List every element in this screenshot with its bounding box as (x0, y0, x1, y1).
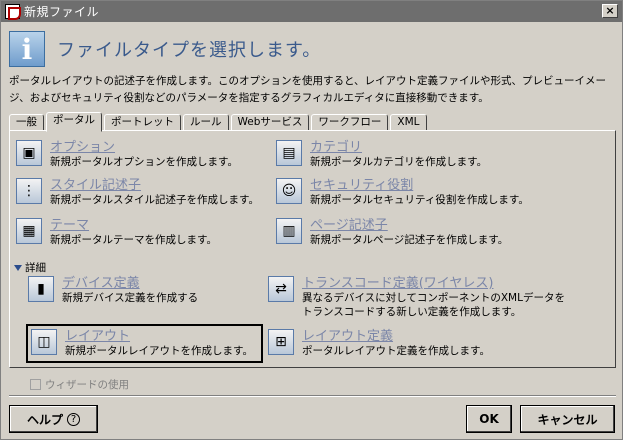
item-page-descriptor-desc: 新規ポータルページ記述子を作成します。 (310, 234, 509, 246)
item-page-descriptor[interactable]: ▥ ページ記述子 新規ポータルページ記述子を作成します。 (276, 218, 508, 247)
triangle-down-icon (14, 264, 22, 271)
item-style-descriptor-desc: 新規ポータルスタイル記述子を作成します。 (50, 194, 259, 206)
help-icon: ? (67, 412, 80, 426)
item-device-definition-desc: 新規デバイス定義を作成する (62, 292, 199, 304)
portal-tab-panel: ▣ オプション 新規ポータルオプションを作成します。 ▤ カテゴリ 新規ポータル… (9, 130, 616, 368)
app-icon (5, 4, 21, 20)
tab-workflow[interactable]: ワークフロー (311, 114, 389, 131)
details-label: 詳細 (25, 262, 46, 274)
style-descriptor-icon: ⋮ (16, 178, 42, 204)
info-icon: i (9, 31, 45, 67)
item-options[interactable]: ▣ オプション 新規ポータルオプションを作成します。 (16, 140, 238, 169)
item-style-descriptor[interactable]: ⋮ スタイル記述子 新規ポータルスタイル記述子を作成します。 (16, 178, 259, 207)
item-style-descriptor-label: スタイル記述子 (50, 178, 142, 193)
cancel-button[interactable]: キャンセル (520, 405, 615, 433)
item-layout-definition-label: レイアウト定義 (302, 329, 394, 344)
item-layout-definition-desc: ポータルレイアウト定義を作成します。 (302, 345, 490, 357)
theme-icon: ▦ (16, 218, 42, 244)
item-options-label: オプション (50, 140, 116, 155)
item-transcode-definition-desc-2: トランスコードする新しい定義を作成します。 (302, 306, 522, 318)
ok-button[interactable]: OK (466, 405, 512, 433)
item-page-descriptor-label: ページ記述子 (310, 218, 388, 233)
item-transcode-definition-desc-1: 異なるデバイスに対してコンポーネントのXMLデータを (302, 292, 565, 304)
item-options-desc: 新規ポータルオプションを作成します。 (50, 156, 238, 168)
page-title: ファイルタイプを選択します。 (57, 40, 322, 61)
layout-definition-icon: ⊞ (268, 329, 294, 355)
use-wizard-checkbox[interactable]: ウィザードの使用 (30, 377, 129, 392)
checkbox-icon (30, 379, 41, 390)
item-device-definition-label: デバイス定義 (62, 276, 140, 291)
tab-rules[interactable]: ルール (183, 114, 229, 131)
item-transcode-definition-label: トランスコード定義(ワイヤレス) (302, 276, 494, 291)
new-file-dialog: 新規ファイル × i ファイルタイプを選択します。 ポータルレイアウトの記述子を… (0, 0, 623, 440)
tab-general[interactable]: 一般 (9, 114, 44, 131)
item-theme-desc: 新規ポータルテーマを作成します。 (50, 234, 217, 246)
category-icon: ▤ (276, 140, 302, 166)
transcode-icon: ⇄ (268, 276, 294, 302)
description-text: ポータルレイアウトの記述子を作成します。このオプションを使用すると、レイアウト定… (9, 75, 607, 104)
layout-icon: ◫ (31, 329, 57, 355)
close-button[interactable]: × (602, 4, 618, 18)
item-theme-label: テーマ (50, 218, 90, 233)
device-definition-icon: ▮ (28, 276, 54, 302)
header: i ファイルタイプを選択します。 (9, 27, 321, 71)
divider (9, 395, 616, 397)
help-button-label: ヘルプ (26, 412, 63, 427)
window-title: 新規ファイル (24, 5, 100, 19)
security-role-icon: ☺ (276, 178, 302, 204)
item-security-role[interactable]: ☺ セキュリティ役割 新規ポータルセキュリティ役割を作成します。 (276, 178, 529, 207)
tab-bar: 一般 ポータル ポートレット ルール Webサービス ワークフロー XML (9, 112, 429, 132)
item-security-role-desc: 新規ポータルセキュリティ役割を作成します。 (310, 194, 529, 206)
tab-web-services[interactable]: Webサービス (230, 114, 310, 131)
help-button[interactable]: ヘルプ ? (9, 405, 98, 433)
item-category[interactable]: ▤ カテゴリ 新規ポータルカテゴリを作成します。 (276, 140, 487, 169)
item-layout-label: レイアウト (65, 329, 131, 344)
item-security-role-label: セキュリティ役割 (310, 178, 414, 193)
tab-portal[interactable]: ポータル (46, 112, 102, 132)
item-layout-desc: 新規ポータルレイアウトを作成します。 (65, 345, 253, 357)
item-category-desc: 新規ポータルカテゴリを作成します。 (310, 156, 488, 168)
item-layout-definition[interactable]: ⊞ レイアウト定義 ポータルレイアウト定義を作成します。 (268, 329, 490, 358)
details-toggle[interactable]: 詳細 (14, 260, 46, 275)
tab-xml[interactable]: XML (390, 114, 427, 131)
use-wizard-label: ウィザードの使用 (45, 379, 129, 391)
item-layout[interactable]: ◫ レイアウト 新規ポータルレイアウトを作成します。 (26, 324, 263, 363)
item-transcode-definition[interactable]: ⇄ トランスコード定義(ワイヤレス) 異なるデバイスに対してコンポーネントのXM… (268, 276, 565, 319)
tab-portlet[interactable]: ポートレット (104, 114, 181, 131)
title-bar: 新規ファイル × (1, 1, 622, 22)
options-icon: ▣ (16, 140, 42, 166)
item-theme[interactable]: ▦ テーマ 新規ポータルテーマを作成します。 (16, 218, 217, 247)
item-device-definition[interactable]: ▮ デバイス定義 新規デバイス定義を作成する (28, 276, 198, 305)
item-category-label: カテゴリ (310, 140, 363, 155)
page-descriptor-icon: ▥ (276, 218, 302, 244)
